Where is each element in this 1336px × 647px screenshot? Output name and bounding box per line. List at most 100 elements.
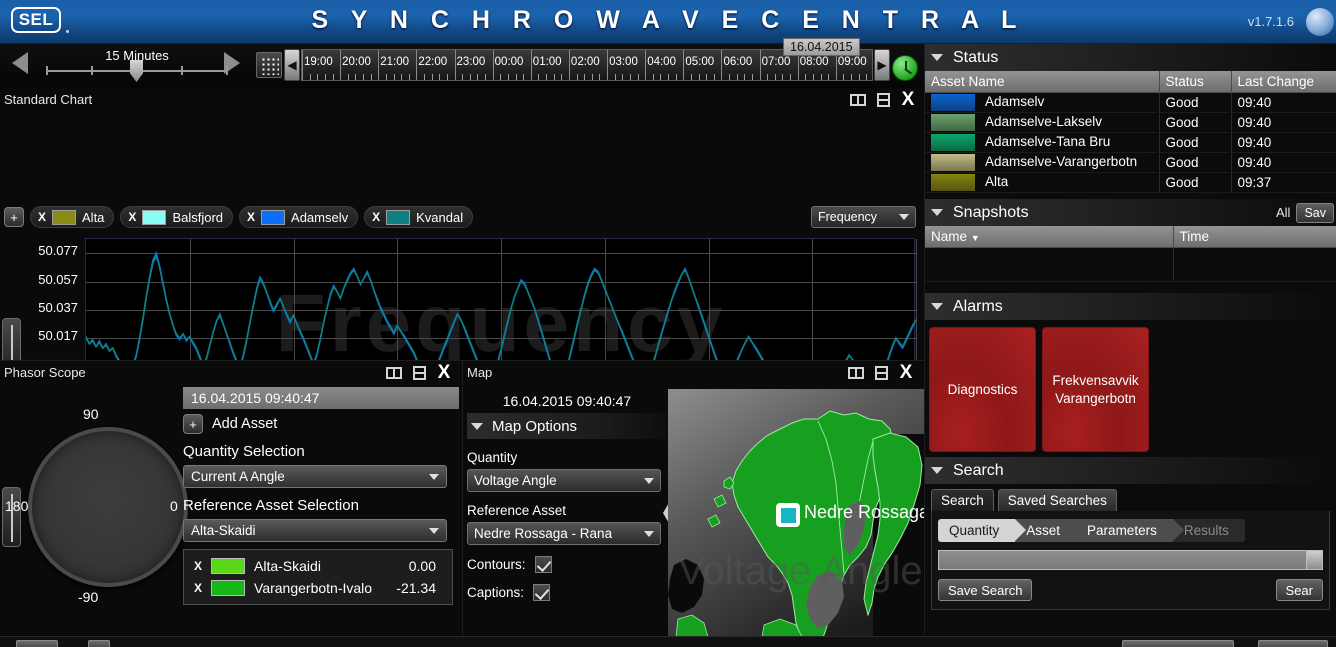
map-captions-row[interactable]: Captions: xyxy=(467,584,667,601)
tab-search[interactable]: Search xyxy=(931,489,994,511)
column-header[interactable]: Name ▼ xyxy=(925,226,1174,248)
status-color-swatch xyxy=(931,134,975,151)
snapshots-save-button[interactable]: Sav xyxy=(1296,202,1334,223)
alarms-section-header[interactable]: Alarms xyxy=(925,293,1336,320)
search-section-header[interactable]: Search xyxy=(925,457,1336,484)
bottom-button-3[interactable] xyxy=(1122,640,1234,647)
map-options-header[interactable]: Map Options xyxy=(467,413,667,439)
phasor-close-button[interactable]: X xyxy=(434,363,454,382)
map-reference-select[interactable]: Nedre Rossaga - Rana xyxy=(467,522,661,545)
timeline-scroll-right-button[interactable]: ▶ xyxy=(874,49,890,81)
chart-columns-layout-button[interactable] xyxy=(848,91,868,109)
timeline-minor-tick xyxy=(332,74,334,80)
phasor-quantity-select[interactable]: Current A Angle xyxy=(183,465,447,488)
slider-tick xyxy=(46,66,48,75)
snapshots-section-header[interactable]: Snapshots All Sav xyxy=(925,199,1336,226)
column-header[interactable]: Status xyxy=(1159,71,1232,93)
timeline-minor-tick xyxy=(866,74,868,80)
column-header[interactable]: Last Change xyxy=(1231,71,1336,93)
timeline-scroll-left-button[interactable]: ◀ xyxy=(284,49,300,81)
map-close-button[interactable]: X xyxy=(896,363,916,382)
search-input-row xyxy=(938,550,1323,570)
legend-item[interactable]: X Balsfjord xyxy=(120,206,234,228)
table-row[interactable]: Adamselve-Tana Bru Good 09:40 xyxy=(925,132,1336,153)
map-rows-layout-button[interactable] xyxy=(871,364,891,382)
bottom-button-1[interactable] xyxy=(16,640,58,647)
map-asset-pin[interactable] xyxy=(776,503,800,527)
phasor-add-asset-button[interactable]: + Add Asset xyxy=(183,414,459,434)
table-row[interactable]: Adamselve-Varangerbotn Good 09:40 xyxy=(925,152,1336,173)
legend-item[interactable]: X Adamselv xyxy=(239,206,359,228)
calendar-button[interactable] xyxy=(256,52,282,78)
timeline-minor-tick xyxy=(477,74,479,80)
clock-icon[interactable] xyxy=(892,55,918,81)
search-buttons-row: Save Search Sear xyxy=(938,579,1323,601)
last-change-cell: 09:40 xyxy=(1231,132,1336,153)
phasor-columns-layout-button[interactable] xyxy=(384,364,404,382)
timeline-minor-tick xyxy=(515,74,517,80)
map-captions-checkbox[interactable] xyxy=(533,584,551,601)
timeline-minor-tick xyxy=(736,74,738,80)
map-quantity-select[interactable]: Voltage Angle xyxy=(467,469,661,492)
table-row[interactable] xyxy=(925,247,1336,282)
legend-remove-icon[interactable]: X xyxy=(247,210,255,224)
timeline-minor-tick xyxy=(629,74,631,80)
alarm-tile[interactable]: Frekvensavvik Varangerbotn xyxy=(1042,327,1149,452)
list-item[interactable]: X Alta-Skaidi 0.00 xyxy=(184,555,452,577)
table-row[interactable]: Adamselv Good 09:40 xyxy=(925,92,1336,113)
phasor-dial[interactable] xyxy=(28,427,188,587)
map-canvas[interactable]: Voltage Angle Nedre Rossaga xyxy=(668,389,925,647)
bottom-button-4[interactable] xyxy=(1258,640,1328,647)
title-orb-icon xyxy=(1306,8,1334,36)
add-series-button[interactable]: + xyxy=(4,207,24,227)
legend-remove-icon[interactable]: X xyxy=(372,210,380,224)
map-contours-row[interactable]: Contours: xyxy=(467,556,667,573)
timeline-minor-tick xyxy=(805,74,807,80)
search-step-quantity[interactable]: Quantity xyxy=(938,519,1027,542)
phasor-rows-layout-button[interactable] xyxy=(409,364,429,382)
slider-thumb[interactable] xyxy=(130,60,143,82)
slider-tick xyxy=(181,66,183,75)
table-row[interactable]: Alta Good 09:37 xyxy=(925,172,1336,193)
timeline-minor-tick xyxy=(599,74,601,80)
asset-name-cell: Alta xyxy=(985,174,1009,190)
chart-rows-layout-button[interactable] xyxy=(873,91,893,109)
search-input[interactable] xyxy=(938,550,1307,570)
chart-panel-buttons: X xyxy=(848,89,918,110)
chart-quantity-select[interactable]: Frequency xyxy=(811,206,916,228)
tab-saved-searches[interactable]: Saved Searches xyxy=(997,489,1117,511)
search-dropdown-button[interactable] xyxy=(1307,550,1323,570)
table-row[interactable]: Adamselve-Lakselv Good 09:40 xyxy=(925,112,1336,133)
search-button[interactable]: Sear xyxy=(1275,579,1323,601)
alarm-tile[interactable]: Diagnostics xyxy=(929,327,1036,452)
list-item[interactable]: X Varangerbotn-Ivalo -21.34 xyxy=(184,577,452,599)
legend-remove-icon[interactable]: X xyxy=(38,210,46,224)
asset-remove-icon[interactable]: X xyxy=(194,581,202,595)
search-step-breadcrumb: Quantity Asset Parameters Results xyxy=(938,519,1323,542)
column-header[interactable]: Asset Name xyxy=(925,71,1160,93)
close-icon: X xyxy=(901,89,915,110)
legend-item[interactable]: X Kvandal xyxy=(364,206,474,228)
legend-label: Alta xyxy=(82,209,105,225)
map-reference-label: Reference Asset xyxy=(467,503,567,518)
status-section-header[interactable]: Status xyxy=(925,44,1336,71)
asset-name-cell: Adamselve-Lakselv xyxy=(985,114,1103,130)
time-range-slider[interactable]: 15 Minutes xyxy=(42,46,232,86)
alarms-tile-area: Diagnostics Frekvensavvik Varangerbotn xyxy=(925,320,1336,457)
timeline-minor-tick xyxy=(462,74,464,80)
phasor-vertical-scale-handle[interactable] xyxy=(2,487,21,547)
time-prev-button[interactable] xyxy=(12,52,38,80)
chart-close-button[interactable]: X xyxy=(898,89,918,110)
save-search-button[interactable]: Save Search xyxy=(938,579,1033,601)
legend-remove-icon[interactable]: X xyxy=(128,210,136,224)
phasor-reference-select[interactable]: Alta-Skaidi xyxy=(183,519,447,542)
snapshots-all-link[interactable]: All xyxy=(1276,205,1290,220)
search-step-parameters[interactable]: Parameters xyxy=(1076,519,1184,542)
map-contours-checkbox[interactable] xyxy=(534,556,552,573)
bottom-button-2[interactable] xyxy=(88,640,110,647)
legend-item[interactable]: X Alta xyxy=(30,206,115,228)
asset-remove-icon[interactable]: X xyxy=(194,559,202,573)
column-header[interactable]: Time xyxy=(1173,226,1336,248)
map-columns-layout-button[interactable] xyxy=(846,364,866,382)
status-table-header: Asset Name Status Last Change xyxy=(925,71,1336,93)
